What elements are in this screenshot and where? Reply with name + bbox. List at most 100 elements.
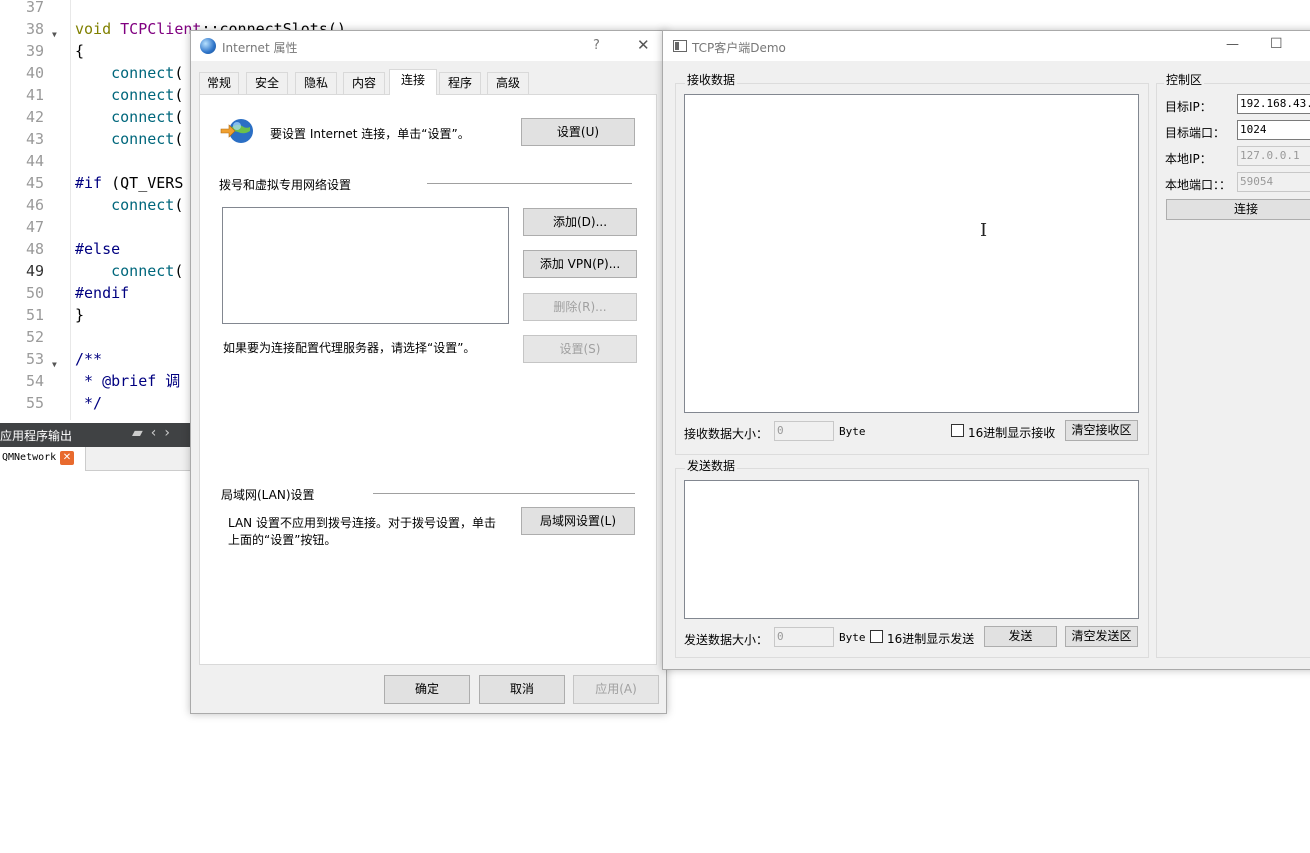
line-code: connect( bbox=[111, 86, 184, 104]
output-panel-header: 应用程序输出 ▰‹› bbox=[0, 423, 200, 447]
send-textarea[interactable] bbox=[684, 480, 1139, 619]
lan-divider bbox=[373, 493, 635, 494]
code-line: 49 connect( bbox=[0, 260, 200, 282]
tab-general[interactable]: 常规 bbox=[199, 72, 239, 94]
internet-globe-icon bbox=[200, 38, 216, 54]
cancel-button[interactable]: 取消 bbox=[479, 675, 565, 704]
minimize-button[interactable]: — bbox=[1226, 37, 1239, 52]
code-line: 42 connect( bbox=[0, 106, 200, 128]
line-number: 44 bbox=[25, 152, 44, 170]
line-number: 49 bbox=[25, 262, 44, 280]
line-code: connect( bbox=[111, 64, 184, 82]
line-number: 43 bbox=[25, 130, 44, 148]
target-ip-input[interactable]: 192.168.43.7 bbox=[1237, 94, 1310, 114]
output-panel-tools[interactable]: ▰‹› bbox=[132, 425, 178, 441]
line-code: connect( bbox=[111, 262, 184, 280]
line-number: 39 bbox=[25, 42, 44, 60]
line-number: 41 bbox=[25, 86, 44, 104]
tab-programs[interactable]: 程序 bbox=[439, 72, 481, 94]
output-panel-title: 应用程序输出 bbox=[0, 429, 73, 443]
dialup-section-title: 拨号和虚拟专用网络设置 bbox=[219, 178, 352, 192]
code-line: 39 { bbox=[0, 40, 200, 62]
close-button[interactable]: ✕ bbox=[637, 36, 650, 54]
code-line: 51} bbox=[0, 304, 200, 326]
local-ip-label: 本地IP： bbox=[1165, 152, 1212, 166]
code-line: 47 bbox=[0, 216, 200, 238]
code-line: 41 connect( bbox=[0, 84, 200, 106]
send-button[interactable]: 发送 bbox=[984, 626, 1057, 647]
hex-send-checkbox[interactable] bbox=[870, 630, 883, 643]
clear-receive-button[interactable]: 清空接收区 bbox=[1065, 420, 1138, 441]
dialup-settings-button[interactable]: 设置(S) bbox=[523, 335, 637, 363]
add-button[interactable]: 添加(D)... bbox=[523, 208, 637, 236]
apply-button[interactable]: 应用(A) bbox=[573, 675, 659, 704]
line-number: 37 bbox=[25, 0, 44, 16]
line-number: 53 bbox=[25, 350, 44, 368]
line-code: { bbox=[75, 42, 85, 60]
add-vpn-button[interactable]: 添加 VPN(P)... bbox=[523, 250, 637, 278]
line-code: #endif bbox=[75, 284, 130, 302]
code-line: 55 */ bbox=[0, 392, 200, 414]
send-size-field: 0 bbox=[774, 627, 834, 647]
tab-security[interactable]: 安全 bbox=[246, 72, 288, 94]
tcp-titlebar[interactable]: TCP客户端Demo — ☐ bbox=[663, 31, 1310, 61]
code-line: 48 #else bbox=[0, 238, 200, 260]
hex-send-label[interactable]: 16进制显示发送 bbox=[887, 630, 974, 647]
line-number: 50 bbox=[25, 284, 44, 302]
lan-settings-button[interactable]: 局域网设置(L) bbox=[521, 507, 635, 535]
dialup-connections-list[interactable] bbox=[222, 207, 509, 324]
code-line: 44 bbox=[0, 150, 200, 172]
code-line: 38 ▼ void TCPClient::connectSlots() bbox=[0, 18, 346, 40]
line-code: connect( bbox=[111, 108, 184, 126]
globe-setup-icon bbox=[220, 119, 253, 143]
tab-connections[interactable]: 连接 bbox=[389, 69, 437, 95]
setup-button[interactable]: 设置(U) bbox=[521, 118, 635, 146]
code-line: 50 #endif bbox=[0, 282, 200, 304]
close-icon[interactable]: ✕ bbox=[60, 451, 74, 465]
control-group-title: 控制区 bbox=[1164, 71, 1205, 88]
target-port-label: 目标端口： bbox=[1165, 126, 1226, 140]
tab-content[interactable]: 内容 bbox=[343, 72, 385, 94]
clear-send-button[interactable]: 清空发送区 bbox=[1065, 626, 1138, 647]
line-code: */ bbox=[75, 394, 103, 412]
line-number: 48 bbox=[25, 240, 44, 258]
inet-titlebar[interactable]: Internet 属性 ? ✕ bbox=[191, 31, 666, 61]
line-number: 54 bbox=[25, 372, 44, 390]
app-window-icon bbox=[673, 40, 687, 52]
remove-button[interactable]: 删除(R)... bbox=[523, 293, 637, 321]
line-code: connect( bbox=[111, 196, 184, 214]
line-number: 47 bbox=[25, 218, 44, 236]
hex-receive-checkbox[interactable] bbox=[951, 424, 964, 437]
code-line: 46 connect( bbox=[0, 194, 200, 216]
tab-advanced[interactable]: 高级 bbox=[487, 72, 529, 94]
lan-section-title: 局域网(LAN)设置 bbox=[221, 488, 315, 502]
lan-text-line-2: 上面的“设置”按钮。 bbox=[228, 533, 337, 547]
target-port-input[interactable]: 1024 bbox=[1237, 120, 1310, 140]
receive-textarea[interactable] bbox=[684, 94, 1139, 413]
dialup-divider bbox=[427, 183, 632, 184]
line-code: #if (QT_VERS bbox=[75, 174, 184, 192]
proxy-hint-text: 如果要为连接配置代理服务器，请选择“设置”。 bbox=[223, 341, 476, 355]
ok-button[interactable]: 确定 bbox=[384, 675, 470, 704]
text-cursor-icon: I bbox=[980, 220, 988, 241]
local-port-field: 59054 bbox=[1237, 172, 1310, 192]
connect-button[interactable]: 连接 bbox=[1166, 199, 1310, 220]
tcp-title: TCP客户端Demo bbox=[692, 41, 786, 55]
maximize-button[interactable]: ☐ bbox=[1270, 36, 1283, 52]
output-tab-qmnetwork[interactable]: QMNetwork ✕ bbox=[0, 447, 86, 471]
receive-group-title: 接收数据 bbox=[685, 71, 738, 88]
help-button[interactable]: ? bbox=[593, 38, 600, 53]
line-number: 45 bbox=[25, 174, 44, 192]
send-byte-unit: Byte bbox=[839, 631, 866, 644]
hex-receive-label[interactable]: 16进制显示接收 bbox=[968, 424, 1055, 441]
setup-text: 要设置 Internet 连接，单击“设置”。 bbox=[270, 127, 470, 141]
code-line: 54 * @brief 调 bbox=[0, 370, 200, 392]
inet-title: Internet 属性 bbox=[222, 41, 298, 55]
code-line: 43 connect( bbox=[0, 128, 200, 150]
code-line: 53 ▼/** bbox=[0, 348, 200, 370]
receive-size-label: 接收数据大小： bbox=[684, 427, 769, 441]
code-line: 45 #if (QT_VERS bbox=[0, 172, 200, 194]
tab-privacy[interactable]: 隐私 bbox=[295, 72, 337, 94]
line-code: #else bbox=[75, 240, 121, 258]
line-number: 42 bbox=[25, 108, 44, 126]
